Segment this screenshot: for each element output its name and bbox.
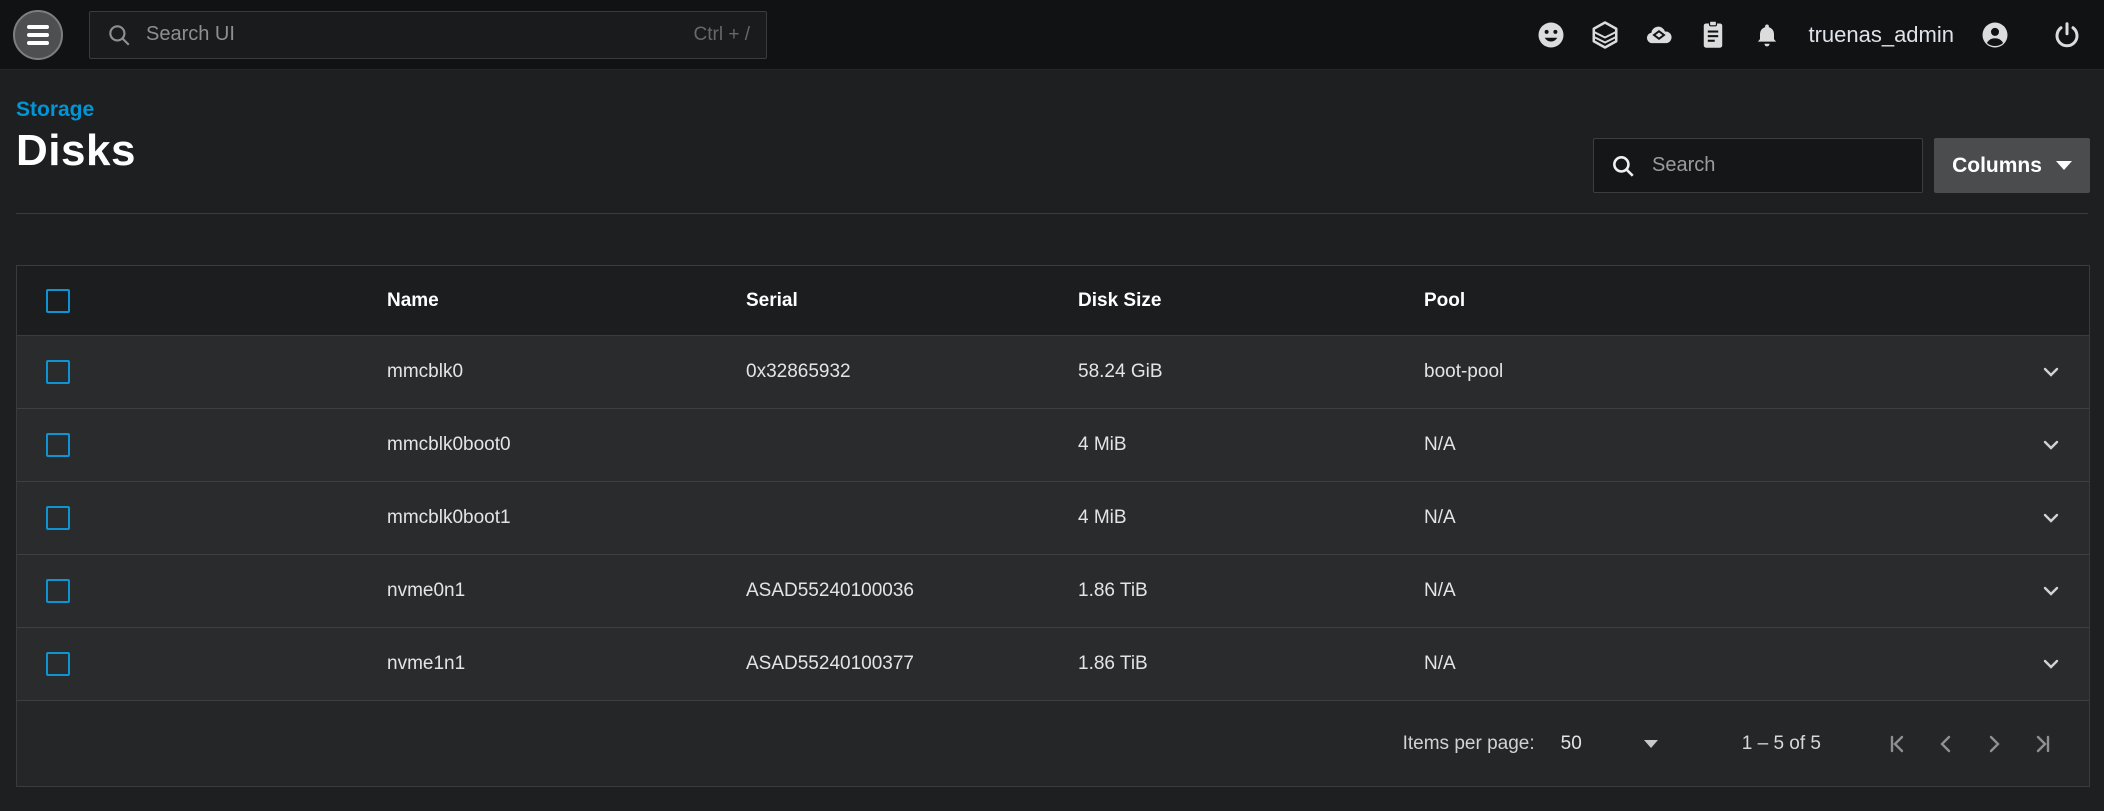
cell-pool: boot-pool [1424,361,2012,383]
power-icon[interactable] [2052,20,2082,50]
last-page-icon[interactable] [2029,731,2055,757]
search-shortcut-hint: Ctrl + / [694,24,750,46]
topbar: Search UI Ctrl + / [0,0,2104,70]
chevron-down-icon [2056,161,2072,170]
alerts-bell-icon[interactable] [1752,20,1782,50]
select-all-checkbox[interactable] [46,289,70,313]
table-row[interactable]: nvme1n1 ASAD55240100377 1.86 TiB N/A [17,628,2089,701]
chevron-down-icon [1644,740,1658,748]
cloud-sync-icon[interactable] [1644,20,1674,50]
truenas-stack-icon[interactable] [1590,20,1620,50]
topbar-actions: truenas_admin [1536,20,2104,50]
cell-pool: N/A [1424,653,2012,675]
expand-row-button[interactable] [2012,579,2089,603]
cell-pool: N/A [1424,434,2012,456]
row-checkbox[interactable] [46,579,70,603]
next-page-icon[interactable] [1981,731,2007,757]
table-header-row: Name Serial Disk Size Pool [17,266,2089,336]
columns-button[interactable]: Columns [1934,138,2090,193]
page-size-select[interactable]: 50 [1561,733,1658,755]
feedback-smiley-icon[interactable] [1536,20,1566,50]
table-row[interactable]: mmcblk0boot1 4 MiB N/A [17,482,2089,555]
cell-serial: ASAD55240100377 [746,653,1078,675]
page-range-label: 1 – 5 of 5 [1742,733,1821,755]
cell-name: mmcblk0 [387,361,746,383]
table-paginator: Items per page: 50 1 – 5 of 5 [17,701,2089,786]
cell-pool: N/A [1424,580,2012,602]
expand-row-button[interactable] [2012,433,2089,457]
search-icon [1610,153,1636,179]
cell-size: 1.86 TiB [1078,653,1424,675]
table-search-placeholder: Search [1652,154,1715,177]
cell-pool: N/A [1424,507,2012,529]
cell-size: 4 MiB [1078,434,1424,456]
header-divider [16,213,2088,214]
search-icon [106,22,132,48]
items-per-page-label: Items per page: [1403,733,1535,755]
columns-button-label: Columns [1952,154,2042,178]
cell-name: mmcblk0boot0 [387,434,746,456]
jobs-clipboard-icon[interactable] [1698,20,1728,50]
column-header-pool[interactable]: Pool [1424,290,2012,312]
breadcrumb-storage-link[interactable]: Storage [16,98,94,122]
cell-serial: ASAD55240100036 [746,580,1078,602]
expand-row-button[interactable] [2012,652,2089,676]
table-row[interactable]: mmcblk0boot0 4 MiB N/A [17,409,2089,482]
column-header-serial[interactable]: Serial [746,290,1078,312]
row-checkbox[interactable] [46,506,70,530]
first-page-icon[interactable] [1885,731,1911,757]
cell-size: 4 MiB [1078,507,1424,529]
column-header-disk-size[interactable]: Disk Size [1078,290,1424,312]
row-checkbox[interactable] [46,360,70,384]
row-checkbox[interactable] [46,652,70,676]
column-header-name[interactable]: Name [387,290,746,312]
page-size-value: 50 [1561,733,1582,755]
cell-serial: 0x32865932 [746,361,1078,383]
cell-size: 58.24 GiB [1078,361,1424,383]
username-label: truenas_admin [1808,22,1954,48]
cell-name: nvme0n1 [387,580,746,602]
previous-page-icon[interactable] [1933,731,1959,757]
user-account-icon[interactable] [1980,20,2010,50]
table-row[interactable]: nvme0n1 ASAD55240100036 1.86 TiB N/A [17,555,2089,628]
disks-table: Name Serial Disk Size Pool mmcblk0 0x328… [16,265,2090,787]
table-row[interactable]: mmcblk0 0x32865932 58.24 GiB boot-pool [17,336,2089,409]
expand-row-button[interactable] [2012,506,2089,530]
expand-row-button[interactable] [2012,360,2089,384]
cell-name: nvme1n1 [387,653,746,675]
cell-size: 1.86 TiB [1078,580,1424,602]
pager-controls [1885,731,2055,757]
cell-name: mmcblk0boot1 [387,507,746,529]
hamburger-menu-icon[interactable] [13,10,63,60]
global-search-placeholder: Search UI [146,23,694,46]
row-checkbox[interactable] [46,433,70,457]
page-title: Disks [16,126,136,176]
global-search-input[interactable]: Search UI Ctrl + / [89,11,767,59]
table-search-input[interactable]: Search [1593,138,1923,193]
